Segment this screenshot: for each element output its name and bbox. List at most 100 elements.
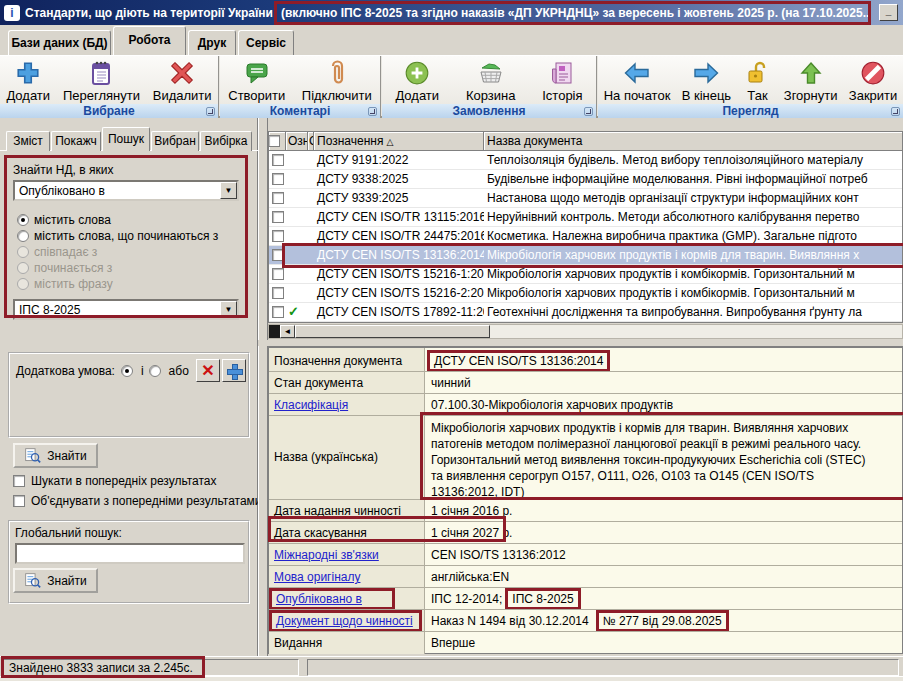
- global-search-label: Глобальний пошук:: [15, 526, 243, 540]
- detail-row: Класифікація 07.100.30-Мікробіологія хар…: [269, 394, 902, 416]
- remove-condition-button[interactable]: ✕: [196, 359, 220, 382]
- toolbar-group-zamovlennia: Додати Корзина Історія Замовлення: [382, 56, 598, 116]
- group-expander-icon[interactable]: [206, 107, 215, 116]
- sidebar-tab-poshuk[interactable]: Пошук: [102, 127, 150, 151]
- button-dodaty-zamovlennia[interactable]: Додати: [391, 58, 443, 104]
- group-caption-vybrane: Вибране: [0, 104, 218, 119]
- global-find-button[interactable]: Знайти: [13, 568, 98, 593]
- scrollbar-thumb[interactable]: [295, 325, 490, 338]
- button-zghornuty[interactable]: Згорнути: [780, 58, 842, 104]
- sidebar-tab-pokazhch[interactable]: Покажч: [51, 131, 101, 151]
- button-vydalyty[interactable]: Видалити: [149, 58, 216, 104]
- group-expander-icon[interactable]: [891, 107, 900, 116]
- button-pidkliuchyty[interactable]: Підключити: [298, 58, 376, 104]
- row-checkbox[interactable]: [272, 287, 284, 299]
- group-expander-icon[interactable]: [584, 107, 593, 116]
- button-zakryty[interactable]: Закрити: [845, 58, 901, 104]
- search-doc-icon: [24, 572, 41, 589]
- validity-document-link[interactable]: Документ щодо чинності: [276, 614, 413, 628]
- red-x-icon: ✕: [201, 363, 214, 379]
- field-select[interactable]: Опубліковано в ▼: [13, 180, 239, 201]
- table-row[interactable]: ДСТУ CEN ISO/TR 13115:2016 (CEN Неруйнів…: [269, 208, 902, 227]
- vertical-splitter[interactable]: [258, 118, 268, 656]
- value-select[interactable]: ІПС 8-2025 ▼: [13, 299, 239, 320]
- additional-condition-box: Додаткова умова: і або ✕: [8, 352, 250, 438]
- table-row[interactable]: ДСТУ 9339:2025 Настанова щодо методів ор…: [269, 189, 902, 208]
- detail-row: Позначення документа ДСТУ CEN ISO/TS 131…: [269, 348, 902, 372]
- original-language-link[interactable]: Мова оригіналу: [274, 570, 360, 584]
- table-row[interactable]: ✓ ДСТУ CEN ISO/TS 17892-11:2007 Геотехні…: [269, 303, 902, 322]
- button-na-pochatok[interactable]: На початок: [600, 58, 675, 104]
- row-checkbox[interactable]: [272, 306, 284, 318]
- title-bar: i Стандарти, що діють на території Украї…: [0, 0, 903, 25]
- document-area: Озн С Позначення△ Назва документа ДСТУ 9…: [258, 118, 903, 656]
- row-checkbox[interactable]: [272, 192, 284, 204]
- table-row[interactable]: ДСТУ CEN ISO/TS 15216-1:2014 Мікробіолог…: [269, 265, 902, 284]
- header-code[interactable]: Позначення△: [314, 132, 484, 151]
- radio-mistyt-slova[interactable]: містить слова: [17, 212, 239, 228]
- menu-tab-strip: Бази даних (БД) Робота Друк Сервіс: [0, 25, 903, 56]
- checkbox-merge-previous[interactable]: Об'єднувати з попередніми результатами: [13, 494, 262, 508]
- search-doc-icon: [24, 447, 41, 464]
- find-button[interactable]: Знайти: [13, 443, 98, 468]
- row-checkbox[interactable]: [272, 249, 284, 261]
- chevron-down-icon[interactable]: ▼: [220, 182, 237, 199]
- minimize-button[interactable]: _: [879, 4, 898, 21]
- annotation-box-validity-label: Документ щодо чинності: [269, 610, 422, 631]
- table-row[interactable]: ДСТУ 9191:2022 Теплоізоляція будівель. М…: [269, 151, 902, 170]
- scroll-left-icon[interactable]: ◄: [280, 325, 295, 338]
- table-row[interactable]: ДСТУ CEN ISO/TS 15216-2:2014 Мікробіолог…: [269, 284, 902, 303]
- sidebar-tab-vybran[interactable]: Вибран: [151, 131, 199, 151]
- button-korzyna[interactable]: Корзина: [462, 58, 520, 104]
- radio-and[interactable]: і: [121, 364, 144, 378]
- published-in-link[interactable]: Опубліковано в: [276, 592, 362, 606]
- table-row-selected[interactable]: ДСТУ CEN ISO/TS 13136:2014 Мікробіологія…: [269, 246, 902, 265]
- button-perehlianuty[interactable]: Переглянути: [59, 58, 144, 104]
- plus-icon: [13, 59, 43, 87]
- tab-druk[interactable]: Друк: [188, 30, 236, 55]
- add-circle-icon: [402, 59, 432, 87]
- row-checkbox[interactable]: [272, 268, 284, 280]
- arrow-up-icon: [796, 59, 826, 87]
- radio-or[interactable]: або: [149, 364, 189, 378]
- international-links-link[interactable]: Міжнародні зв'язки: [274, 548, 379, 562]
- row-checkbox[interactable]: [272, 211, 284, 223]
- button-dodaty-vybrane[interactable]: Додати: [2, 58, 54, 104]
- classification-link[interactable]: Класифікація: [274, 398, 348, 412]
- group-expander-icon[interactable]: [368, 107, 377, 116]
- sort-asc-icon: △: [386, 137, 393, 147]
- chevron-down-icon[interactable]: ▼: [220, 301, 237, 318]
- radio-mistyt-slova-pochynaiutsia[interactable]: містить слова, що починаються з: [17, 228, 239, 244]
- header-name[interactable]: Назва документа: [484, 132, 902, 151]
- table-row[interactable]: ДСТУ 9338:2025 Будівельне інформаційне м…: [269, 170, 902, 189]
- sidebar-tab-vybirka[interactable]: Вибірка: [200, 131, 252, 151]
- sidebar-tab-zmist[interactable]: Зміст: [6, 131, 50, 151]
- button-istoriia[interactable]: Історія: [538, 58, 586, 104]
- button-tak[interactable]: Так: [738, 58, 776, 104]
- tab-robota[interactable]: Робота: [113, 26, 186, 55]
- horizontal-scrollbar[interactable]: ◄: [268, 324, 903, 339]
- toolbar-group-perehliad: На початок В кінець Так Згорнути Закрити…: [598, 56, 903, 116]
- search-label: Знайти НД, в яких: [13, 163, 239, 177]
- row-checkbox[interactable]: [272, 173, 284, 185]
- annotation-box-nakaz: № 277 від 29.08.2025: [596, 610, 729, 631]
- checkbox-search-previous[interactable]: Шукати в попередніх результатах: [13, 474, 217, 488]
- detail-row: Документ щодо чинності Наказ N 1494 від …: [269, 610, 902, 632]
- header-mark[interactable]: Озн: [286, 132, 308, 151]
- history-icon: [547, 59, 577, 87]
- button-stvoryty[interactable]: Створити: [224, 58, 289, 104]
- checkbox-icon: [269, 135, 280, 147]
- tab-servis[interactable]: Сервіс: [238, 30, 294, 55]
- sidebar-search-panel: Зміст Покажч Пошук Вибран Вибірка Знайти…: [0, 118, 258, 656]
- documents-table: Озн С Позначення△ Назва документа ДСТУ 9…: [268, 131, 903, 323]
- add-condition-button[interactable]: [222, 359, 246, 382]
- detail-row: Міжнародні зв'язки CEN ISO/TS 13136:2012: [269, 544, 902, 566]
- row-checkbox[interactable]: [272, 154, 284, 166]
- tab-bazy-danykh[interactable]: Бази даних (БД): [8, 30, 111, 55]
- global-search-input[interactable]: [15, 543, 245, 564]
- table-row[interactable]: ДСТУ CEN ISO/TR 24475:2016 (CEN Косметик…: [269, 227, 902, 246]
- header-select-all[interactable]: [269, 132, 286, 151]
- button-v-kinets[interactable]: В кінець: [678, 58, 736, 104]
- radio-spivpadaie: співпадає з: [17, 244, 239, 260]
- row-checkbox[interactable]: [272, 230, 284, 242]
